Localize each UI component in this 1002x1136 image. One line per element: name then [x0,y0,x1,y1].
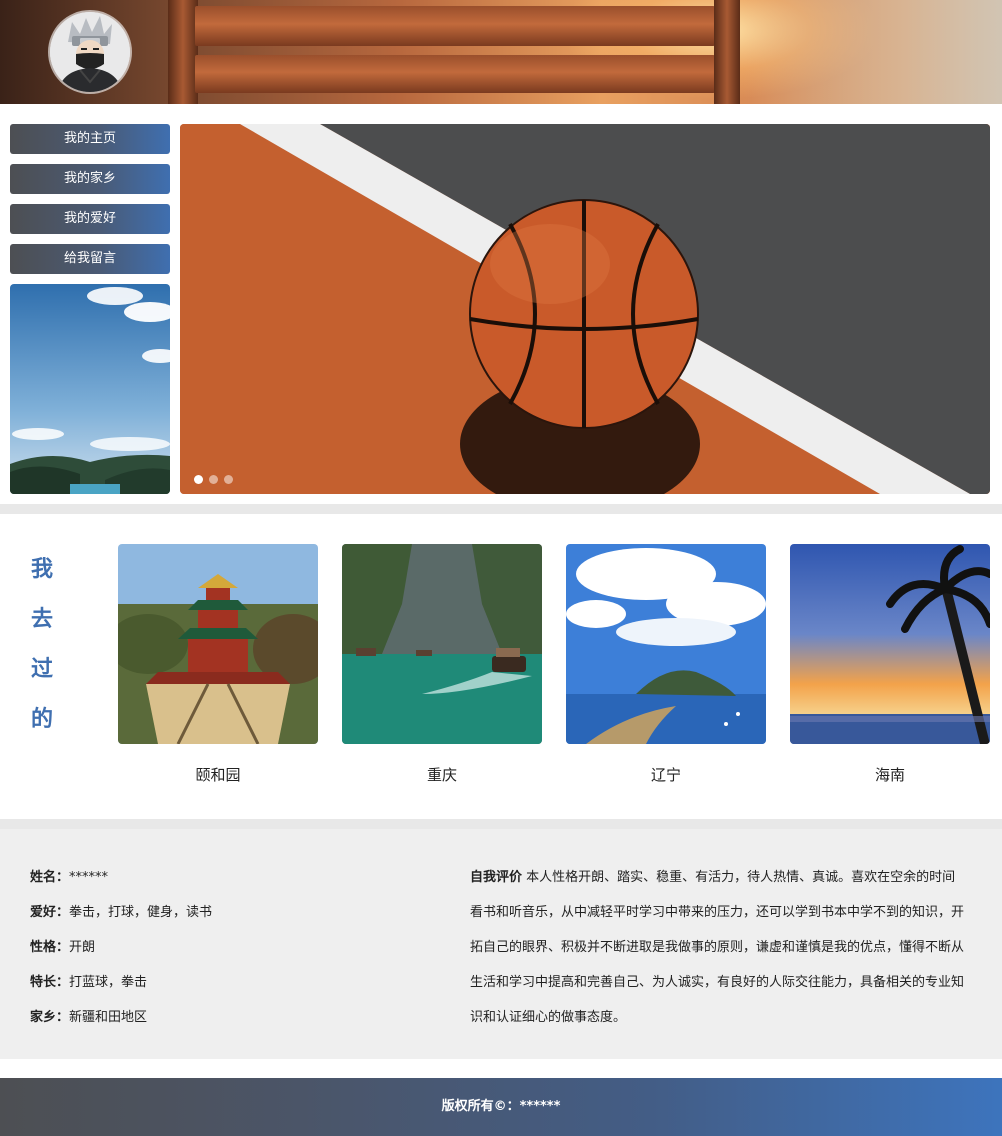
profile-row-hometown: 家乡：新疆和田地区 [30,1010,148,1025]
name-value: ****** [69,870,109,885]
carousel-dot-2[interactable] [209,475,218,484]
basketball-slide-image [180,124,990,494]
nav-item-hobbies[interactable]: 我的爱好 [10,204,170,234]
places-title-char-4: 的 [30,707,53,732]
profile-row-name: 姓名：****** [30,870,109,885]
place-image-yiheyuan [118,544,318,744]
profile-row-character: 性格：开朗 [30,940,96,955]
profile-row-skill: 特长：打蓝球，拳击 [30,975,148,990]
character-label: 性格 [30,940,57,955]
bench-plank-bottom [195,55,715,93]
places-title-char-1: 我 [30,557,53,582]
bench-post-right [714,0,740,104]
place-image-liaoning [566,544,766,744]
footer: 版权所有©：****** [0,1078,1002,1136]
bench-plank-top [195,6,715,46]
copyright-text: 版权所有©：****** [441,1099,561,1114]
hobby-value: 拳击，打球，健身，读书 [69,905,213,920]
place-image-chongqing [342,544,542,744]
place-caption: 颐和园 [195,766,241,784]
carousel-dot-1[interactable] [194,475,203,484]
hometown-value: 新疆和田地区 [69,1010,148,1025]
place-card-yiheyuan[interactable]: 颐和园 [118,544,318,785]
self-eval-text: 本人性格开朗、踏实、稳重、有活力，待人热情、真诚。喜欢在空余的时间看书和听音乐，… [470,870,965,1025]
sidebar-landscape-image [10,284,170,494]
place-card-hainan[interactable]: 海南 [790,544,990,785]
place-caption: 辽宁 [650,766,681,784]
carousel-indicators [194,475,233,484]
place-card-liaoning[interactable]: 辽宁 [566,544,766,785]
places-title-char-3: 过 [30,657,53,682]
hometown-label: 家乡 [30,1010,57,1025]
carousel-dot-3[interactable] [224,475,233,484]
place-caption: 海南 [874,766,905,784]
self-eval-label: 自我评价 [470,870,523,885]
place-card-chongqing[interactable]: 重庆 [342,544,542,785]
nav-item-home[interactable]: 我的主页 [10,124,170,154]
name-label: 姓名 [30,870,57,885]
avatar-ninja-icon [50,12,130,92]
banner-haze [742,0,1002,104]
self-evaluation: 自我评价 本人性格开朗、踏实、稳重、有活力，待人热情、真诚。喜欢在空余的时间看书… [470,860,966,1035]
character-value: 开朗 [69,940,96,955]
skill-label: 特长 [30,975,57,990]
places-title-char-2: 去 [30,607,53,632]
profile-section: 姓名：****** 爱好：拳击，打球，健身，读书 性格：开朗 特长：打蓝球，拳击… [0,829,1002,1059]
hobby-label: 爱好 [30,905,57,920]
image-carousel[interactable] [180,124,990,494]
section-separator [0,819,1002,829]
place-image-hainan [790,544,990,744]
section-separator [0,504,1002,514]
avatar[interactable] [50,12,130,92]
header-banner [0,0,1002,104]
skill-value: 打蓝球，拳击 [69,975,148,990]
bench-post-left [168,0,198,104]
profile-details: 姓名：****** 爱好：拳击，打球，健身，读书 性格：开朗 特长：打蓝球，拳击… [30,860,212,1035]
nav-item-message[interactable]: 给我留言 [10,244,170,274]
places-section-title: 我 去 过 的 [20,545,64,745]
nav-item-hometown[interactable]: 我的家乡 [10,164,170,194]
place-caption: 重庆 [426,766,457,784]
profile-row-hobby: 爱好：拳击，打球，健身，读书 [30,905,213,920]
